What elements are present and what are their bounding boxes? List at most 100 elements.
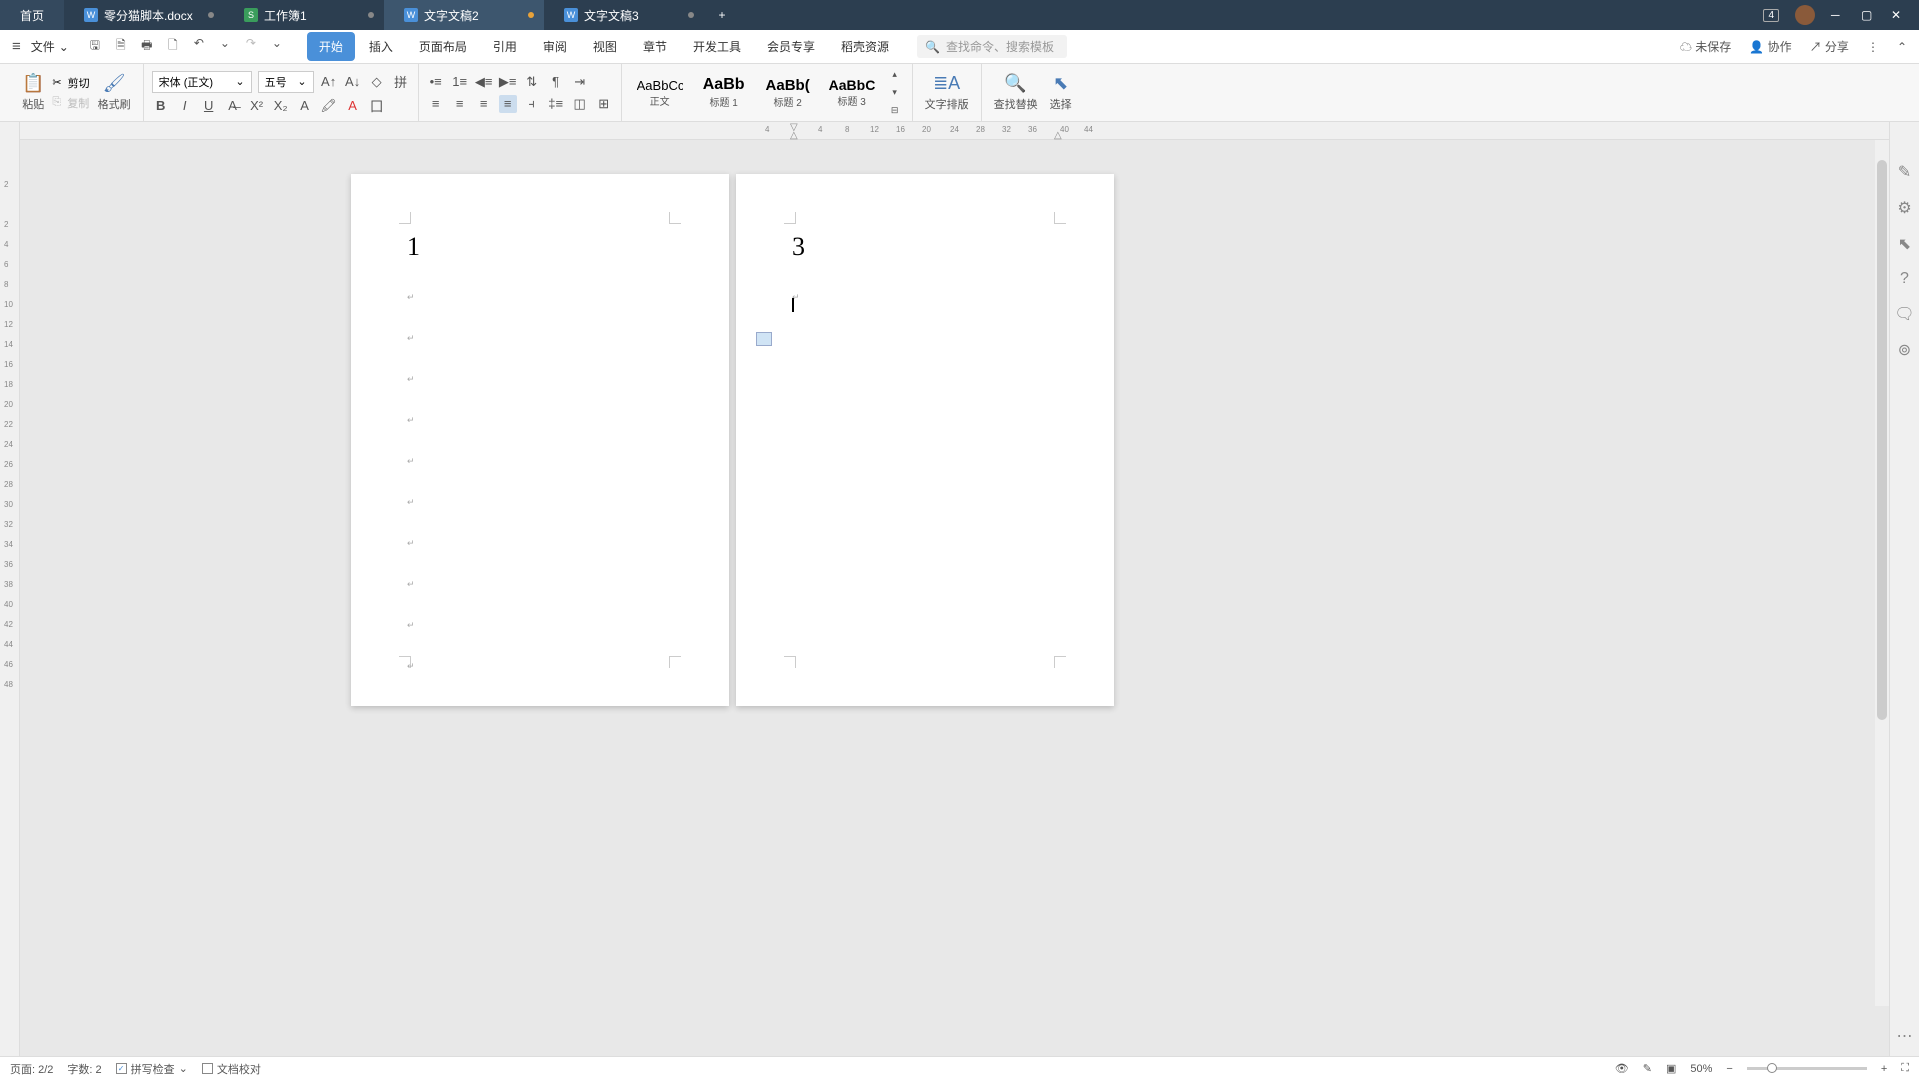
styles-expand-icon[interactable]: ⊟: [886, 102, 904, 120]
tab-page-layout[interactable]: 页面布局: [407, 32, 479, 61]
tab-document-2[interactable]: W 文字文稿2: [384, 0, 544, 30]
user-avatar[interactable]: [1795, 5, 1815, 25]
subscript-icon[interactable]: X₂: [272, 97, 290, 115]
hamburger-icon[interactable]: ≡: [12, 38, 21, 55]
location-icon[interactable]: ⊚: [1898, 340, 1911, 360]
tab-icon[interactable]: ⇥: [571, 73, 589, 91]
scrollbar-thumb[interactable]: [1877, 160, 1887, 720]
window-count-badge[interactable]: 4: [1763, 9, 1779, 22]
align-justify-icon[interactable]: ≡: [499, 95, 517, 113]
cut-button[interactable]: ✂剪切: [52, 75, 89, 91]
print-icon[interactable]: 🖶: [139, 36, 155, 57]
show-marks-icon[interactable]: ¶: [547, 73, 565, 91]
tab-home[interactable]: 首页: [0, 0, 64, 30]
translate-icon[interactable]: 🗨: [1894, 304, 1914, 324]
collapse-ribbon-icon[interactable]: ⌃: [1897, 40, 1907, 54]
style-heading3[interactable]: AaBbC( 标题 3: [822, 74, 882, 111]
new-tab-button[interactable]: +: [704, 0, 740, 30]
pencil-icon[interactable]: ✎: [1898, 162, 1911, 182]
minimize-icon[interactable]: ─: [1831, 8, 1845, 22]
tab-view[interactable]: 视图: [581, 32, 629, 61]
numbering-icon[interactable]: 1≡: [451, 73, 469, 91]
page-canvas[interactable]: 1 ↵ ↵ ↵ ↵ ↵ ↵ ↵ ↵ ↵ ↵: [20, 140, 1919, 1056]
zoom-slider[interactable]: [1747, 1067, 1867, 1070]
phonetic-icon[interactable]: 拼: [392, 73, 410, 91]
select-cursor-icon[interactable]: ⬉: [1898, 234, 1911, 254]
highlight-icon[interactable]: 🖍: [320, 97, 338, 115]
file-menu[interactable]: 文件 ⌄: [25, 38, 75, 55]
decrease-indent-icon[interactable]: ◀≡: [475, 73, 493, 91]
align-right-icon[interactable]: ≡: [475, 95, 493, 113]
fit-page-icon[interactable]: ▣: [1666, 1062, 1676, 1075]
tab-document-3[interactable]: W 文字文稿3: [544, 0, 704, 30]
underline-icon[interactable]: U: [200, 97, 218, 115]
tab-start[interactable]: 开始: [307, 32, 355, 61]
align-left-icon[interactable]: ≡: [427, 95, 445, 113]
page-content[interactable]: 3 ↵: [792, 232, 1058, 303]
share-button[interactable]: ↗ 分享: [1810, 38, 1849, 55]
italic-icon[interactable]: I: [176, 97, 194, 115]
font-color-icon[interactable]: A: [344, 97, 362, 115]
copy-button[interactable]: ⎘复制: [52, 95, 89, 111]
find-replace-button[interactable]: 🔍 查找替换: [990, 73, 1042, 112]
more-icon[interactable]: ⋮: [1867, 40, 1879, 54]
vertical-ruler[interactable]: 2 2 4 6 8 10 12 14 16 18 20 22 24 26 28 …: [0, 122, 20, 1056]
collab-button[interactable]: 👤 协作: [1749, 38, 1791, 55]
distribute-icon[interactable]: ⫞: [523, 95, 541, 113]
borders-icon[interactable]: ⊞: [595, 95, 613, 113]
paste-options-button[interactable]: [756, 332, 772, 346]
paste-button[interactable]: 📋 粘贴: [18, 73, 48, 112]
char-border-icon[interactable]: 囗: [368, 97, 386, 115]
vertical-scrollbar[interactable]: [1875, 140, 1889, 1006]
shrink-font-icon[interactable]: A↓: [344, 73, 362, 91]
tab-insert[interactable]: 插入: [357, 32, 405, 61]
zoom-out-icon[interactable]: −: [1726, 1063, 1732, 1075]
select-button[interactable]: ⬉ 选择: [1046, 73, 1076, 112]
eye-icon[interactable]: 👁: [1615, 1062, 1629, 1075]
strikethrough-icon[interactable]: A̶: [224, 97, 242, 115]
fullscreen-icon[interactable]: ⛶: [1901, 1062, 1909, 1075]
close-icon[interactable]: ✕: [1891, 8, 1905, 22]
zoom-value[interactable]: 50%: [1690, 1063, 1712, 1075]
line-spacing-icon[interactable]: ‡≡: [547, 95, 565, 113]
tab-member[interactable]: 会员专享: [755, 32, 827, 61]
style-heading2[interactable]: AaBb( 标题 2: [758, 74, 818, 112]
chevron-down-icon[interactable]: ⌄: [269, 36, 285, 57]
tab-resources[interactable]: 稻壳资源: [829, 32, 901, 61]
font-name-select[interactable]: 宋体 (正文)⌄: [152, 71, 252, 93]
word-count[interactable]: 字数: 2: [67, 1061, 101, 1077]
tab-document-0[interactable]: W 零分猫脚本.docx: [64, 0, 224, 30]
page-2[interactable]: 3 ↵: [736, 174, 1114, 706]
superscript-icon[interactable]: X²: [248, 97, 266, 115]
chevron-down-icon[interactable]: ⌄: [217, 36, 233, 57]
spellcheck-toggle[interactable]: ✓ 拼写检查 ⌄: [116, 1061, 188, 1077]
pen-icon[interactable]: ✎: [1643, 1062, 1652, 1075]
increase-indent-icon[interactable]: ▶≡: [499, 73, 517, 91]
sort-icon[interactable]: ⇅: [523, 73, 541, 91]
tab-sections[interactable]: 章节: [631, 32, 679, 61]
styles-up-icon[interactable]: ▴: [886, 66, 904, 84]
grow-font-icon[interactable]: A↑: [320, 73, 338, 91]
more-dots-icon[interactable]: ⋯: [1897, 1026, 1913, 1046]
help-icon[interactable]: ?: [1900, 270, 1909, 288]
zoom-thumb[interactable]: [1767, 1063, 1777, 1073]
save-as-icon[interactable]: 🗎: [113, 36, 129, 57]
page-indicator[interactable]: 页面: 2/2: [10, 1061, 53, 1077]
print-preview-icon[interactable]: 🗋: [165, 36, 181, 57]
text-effects-icon[interactable]: A: [296, 97, 314, 115]
page-content[interactable]: 1 ↵ ↵ ↵ ↵ ↵ ↵ ↵ ↵ ↵ ↵: [407, 232, 673, 672]
zoom-in-icon[interactable]: +: [1881, 1063, 1887, 1075]
format-painter-button[interactable]: 🖌 格式刷: [94, 73, 135, 112]
tab-developer[interactable]: 开发工具: [681, 32, 753, 61]
save-icon[interactable]: 🖫: [87, 36, 103, 57]
shading-icon[interactable]: ◫: [571, 95, 589, 113]
bold-icon[interactable]: B: [152, 97, 170, 115]
unsaved-indicator[interactable]: ☁ 未保存: [1680, 38, 1731, 55]
bullets-icon[interactable]: •≡: [427, 73, 445, 91]
undo-icon[interactable]: ↶: [191, 36, 207, 57]
align-center-icon[interactable]: ≡: [451, 95, 469, 113]
style-normal[interactable]: AaBbCcDd 正文: [630, 75, 690, 111]
text-layout-button[interactable]: ≣A 文字排版: [921, 73, 973, 112]
command-search[interactable]: 🔍 查找命令、搜索模板: [917, 35, 1067, 58]
font-size-select[interactable]: 五号⌄: [258, 71, 314, 93]
